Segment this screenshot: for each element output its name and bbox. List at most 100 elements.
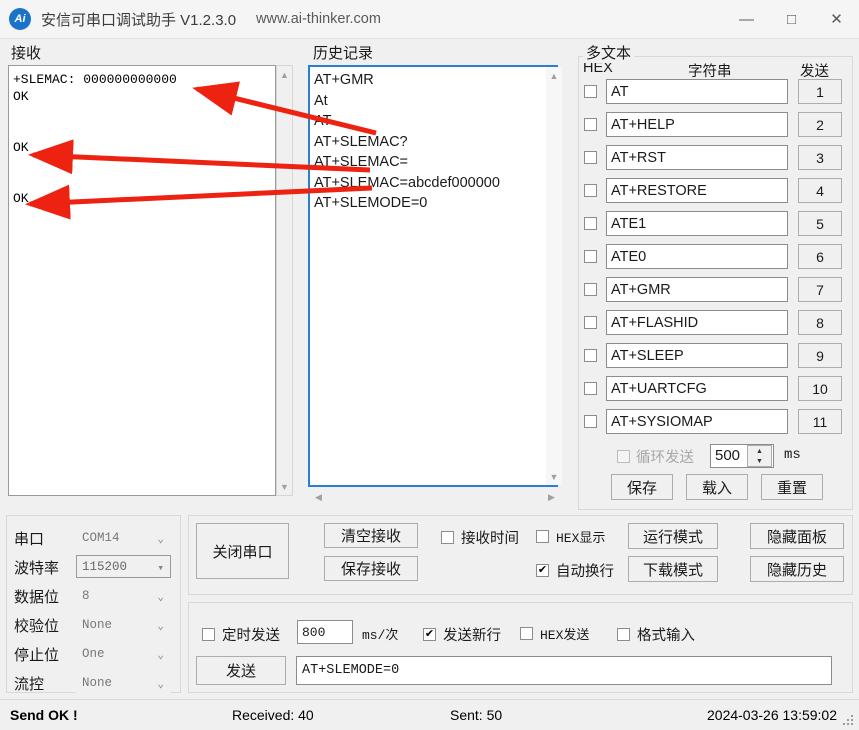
hex-checkbox[interactable] bbox=[584, 349, 597, 362]
history-item[interactable]: AT+SLEMAC= bbox=[314, 152, 552, 173]
history-list[interactable]: AT+GMR At AT AT+SLEMAC? AT+SLEMAC= AT+SL… bbox=[308, 65, 558, 487]
hex-display-checkbox-wrap[interactable]: HEX显示 bbox=[536, 527, 605, 546]
reset-button[interactable]: 重置 bbox=[761, 474, 823, 500]
minimize-icon[interactable]: — bbox=[724, 0, 769, 38]
hex-display-checkbox[interactable] bbox=[536, 530, 549, 543]
command-input[interactable]: ATE1 bbox=[606, 211, 788, 236]
send-slot-button[interactable]: 10 bbox=[798, 376, 842, 401]
receive-time-checkbox[interactable] bbox=[441, 531, 454, 544]
command-input[interactable]: AT+GMR bbox=[606, 277, 788, 302]
send-button[interactable]: 发送 bbox=[196, 656, 286, 685]
databits-select[interactable]: 8 ⌄ bbox=[76, 584, 171, 607]
close-port-button[interactable]: 关闭串口 bbox=[196, 523, 289, 579]
port-select[interactable]: COM14 ⌄ bbox=[76, 526, 171, 549]
send-slot-button[interactable]: 5 bbox=[798, 211, 842, 236]
receive-vertical-scrollbar[interactable]: ▲ ▼ bbox=[276, 65, 293, 496]
command-input[interactable]: AT+RESTORE bbox=[606, 178, 788, 203]
format-input-checkbox[interactable] bbox=[617, 628, 630, 641]
close-icon[interactable]: ✕ bbox=[814, 0, 859, 38]
hex-checkbox[interactable] bbox=[584, 217, 597, 230]
auto-wrap-checkbox[interactable]: ✔ bbox=[536, 564, 549, 577]
send-slot-button[interactable]: 7 bbox=[798, 277, 842, 302]
save-button[interactable]: 保存 bbox=[611, 474, 673, 500]
scroll-down-icon[interactable]: ▼ bbox=[277, 478, 292, 495]
history-item[interactable]: AT+GMR bbox=[314, 70, 552, 91]
send-slot-button[interactable]: 11 bbox=[798, 409, 842, 434]
hex-checkbox[interactable] bbox=[584, 184, 597, 197]
command-input[interactable]: ATE0 bbox=[606, 244, 788, 269]
loop-send-row: 循环发送 500 ▲ ▼ ms bbox=[584, 444, 849, 470]
auto-wrap-checkbox-wrap[interactable]: ✔ 自动换行 bbox=[536, 560, 614, 581]
scroll-up-icon[interactable]: ▲ bbox=[277, 66, 292, 83]
receive-time-checkbox-wrap[interactable]: 接收时间 bbox=[441, 527, 519, 548]
parity-select[interactable]: None ⌄ bbox=[76, 613, 171, 636]
format-input-checkbox-wrap[interactable]: 格式输入 bbox=[617, 624, 695, 645]
history-item[interactable]: AT+SLEMODE=0 bbox=[314, 193, 552, 214]
send-newline-label: 发送新行 bbox=[443, 628, 501, 644]
stepper-up-icon[interactable]: ▲ bbox=[748, 446, 771, 456]
clear-receive-button[interactable]: 清空接收 bbox=[324, 523, 418, 548]
command-input[interactable]: AT+HELP bbox=[606, 112, 788, 137]
load-button[interactable]: 载入 bbox=[686, 474, 748, 500]
scroll-up-icon[interactable]: ▲ bbox=[546, 67, 562, 84]
stepper-down-icon[interactable]: ▼ bbox=[748, 456, 771, 466]
loop-interval-stepper[interactable]: ▲ ▼ bbox=[747, 445, 772, 467]
maximize-icon[interactable]: □ bbox=[769, 0, 814, 38]
send-slot-button[interactable]: 2 bbox=[798, 112, 842, 137]
scroll-left-icon[interactable]: ◀ bbox=[310, 489, 327, 506]
send-slot-button[interactable]: 1 bbox=[798, 79, 842, 104]
hex-checkbox[interactable] bbox=[584, 118, 597, 131]
scroll-right-icon[interactable]: ▶ bbox=[543, 489, 560, 506]
command-input[interactable]: AT+RST bbox=[606, 145, 788, 170]
receive-textarea[interactable]: +SLEMAC: 000000000000 OK OK OK bbox=[8, 65, 276, 496]
history-item[interactable]: AT+SLEMAC? bbox=[314, 132, 552, 153]
serial-label-parity: 校验位 bbox=[14, 618, 60, 635]
command-input[interactable]: AT+SLEEP bbox=[606, 343, 788, 368]
hex-checkbox[interactable] bbox=[584, 382, 597, 395]
loop-send-checkbox[interactable] bbox=[617, 450, 630, 463]
hex-send-checkbox-wrap[interactable]: HEX发送 bbox=[520, 624, 589, 643]
status-received-count: Received: 40 bbox=[232, 707, 314, 723]
send-slot-button[interactable]: 8 bbox=[798, 310, 842, 335]
run-mode-button[interactable]: 运行模式 bbox=[628, 523, 718, 549]
timed-send-checkbox-wrap[interactable]: 定时发送 bbox=[202, 624, 280, 645]
send-slot-button[interactable]: 6 bbox=[798, 244, 842, 269]
baudrate-select[interactable]: 115200 ▾ bbox=[76, 555, 171, 578]
command-input[interactable]: AT+FLASHID bbox=[606, 310, 788, 335]
scroll-down-icon[interactable]: ▼ bbox=[546, 468, 562, 485]
hex-checkbox[interactable] bbox=[584, 415, 597, 428]
hex-checkbox[interactable] bbox=[584, 283, 597, 296]
timed-send-label: 定时发送 bbox=[222, 628, 280, 644]
flowcontrol-select[interactable]: None ⌄ bbox=[76, 671, 171, 694]
send-slot-button[interactable]: 3 bbox=[798, 145, 842, 170]
history-item[interactable]: At bbox=[314, 91, 552, 112]
history-item[interactable]: AT+SLEMAC=abcdef000000 bbox=[314, 173, 552, 194]
timed-interval-input[interactable]: 800 bbox=[297, 620, 353, 644]
command-input[interactable]: AT bbox=[606, 79, 788, 104]
history-horizontal-scrollbar[interactable]: ◀ ▶ bbox=[310, 489, 560, 506]
hex-checkbox[interactable] bbox=[584, 250, 597, 263]
hide-panel-button[interactable]: 隐藏面板 bbox=[750, 523, 844, 549]
send-slot-button[interactable]: 4 bbox=[798, 178, 842, 203]
command-input[interactable]: AT+SYSIOMAP bbox=[606, 409, 788, 434]
send-newline-checkbox-wrap[interactable]: ✔ 发送新行 bbox=[423, 624, 501, 645]
download-mode-button[interactable]: 下载模式 bbox=[628, 556, 718, 582]
history-vertical-scrollbar[interactable]: ▲ ▼ bbox=[546, 67, 562, 485]
stopbits-select[interactable]: One ⌄ bbox=[76, 642, 171, 665]
hide-history-button[interactable]: 隐藏历史 bbox=[750, 556, 844, 582]
hex-checkbox[interactable] bbox=[584, 85, 597, 98]
hex-checkbox[interactable] bbox=[584, 151, 597, 164]
resize-grip-icon[interactable] bbox=[843, 715, 854, 726]
history-item[interactable]: AT bbox=[314, 111, 552, 132]
chevron-down-icon: ⌄ bbox=[157, 621, 164, 633]
command-input[interactable]: AT+UARTCFG bbox=[606, 376, 788, 401]
chevron-down-icon: ⌄ bbox=[157, 679, 164, 691]
send-newline-checkbox[interactable]: ✔ bbox=[423, 628, 436, 641]
timed-send-checkbox[interactable] bbox=[202, 628, 215, 641]
ai-logo-icon: Ai bbox=[9, 8, 31, 30]
send-slot-button[interactable]: 9 bbox=[798, 343, 842, 368]
send-command-input[interactable]: AT+SLEMODE=0 bbox=[296, 656, 832, 685]
hex-checkbox[interactable] bbox=[584, 316, 597, 329]
hex-send-checkbox[interactable] bbox=[520, 627, 533, 640]
save-receive-button[interactable]: 保存接收 bbox=[324, 556, 418, 581]
